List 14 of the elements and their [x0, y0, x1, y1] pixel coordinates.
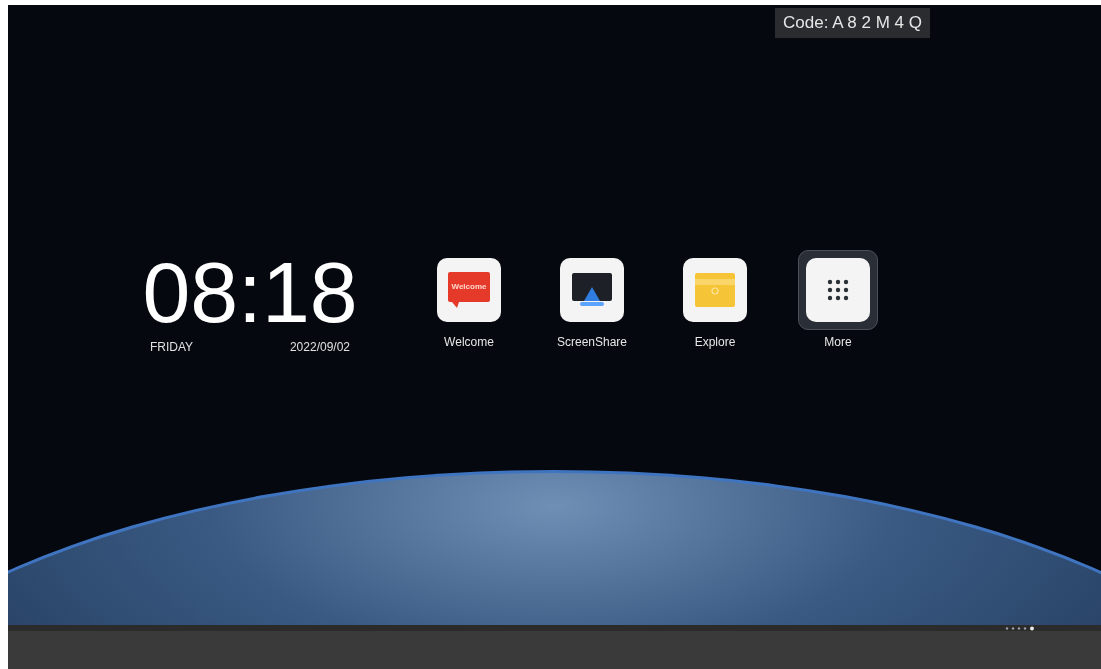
date-label: 2022/09/02 [289, 339, 350, 356]
app-label: ScreenShare [556, 334, 627, 351]
app-tile[interactable] [798, 250, 878, 330]
weekday-label: FRIDAY [150, 339, 194, 356]
folder-icon [695, 273, 735, 307]
app-label: More [824, 334, 852, 351]
indicator-lights-icon [1004, 626, 1036, 631]
pairing-code: Code: A 8 2 M 4 Q [783, 12, 922, 35]
icon-caption: Welcome [451, 283, 487, 291]
grid-icon [827, 279, 849, 301]
app-label: Welcome [444, 334, 494, 351]
clock-time: 08:18 [142, 249, 358, 335]
monitor-icon [572, 273, 612, 307]
app-label: Explore [694, 334, 736, 351]
